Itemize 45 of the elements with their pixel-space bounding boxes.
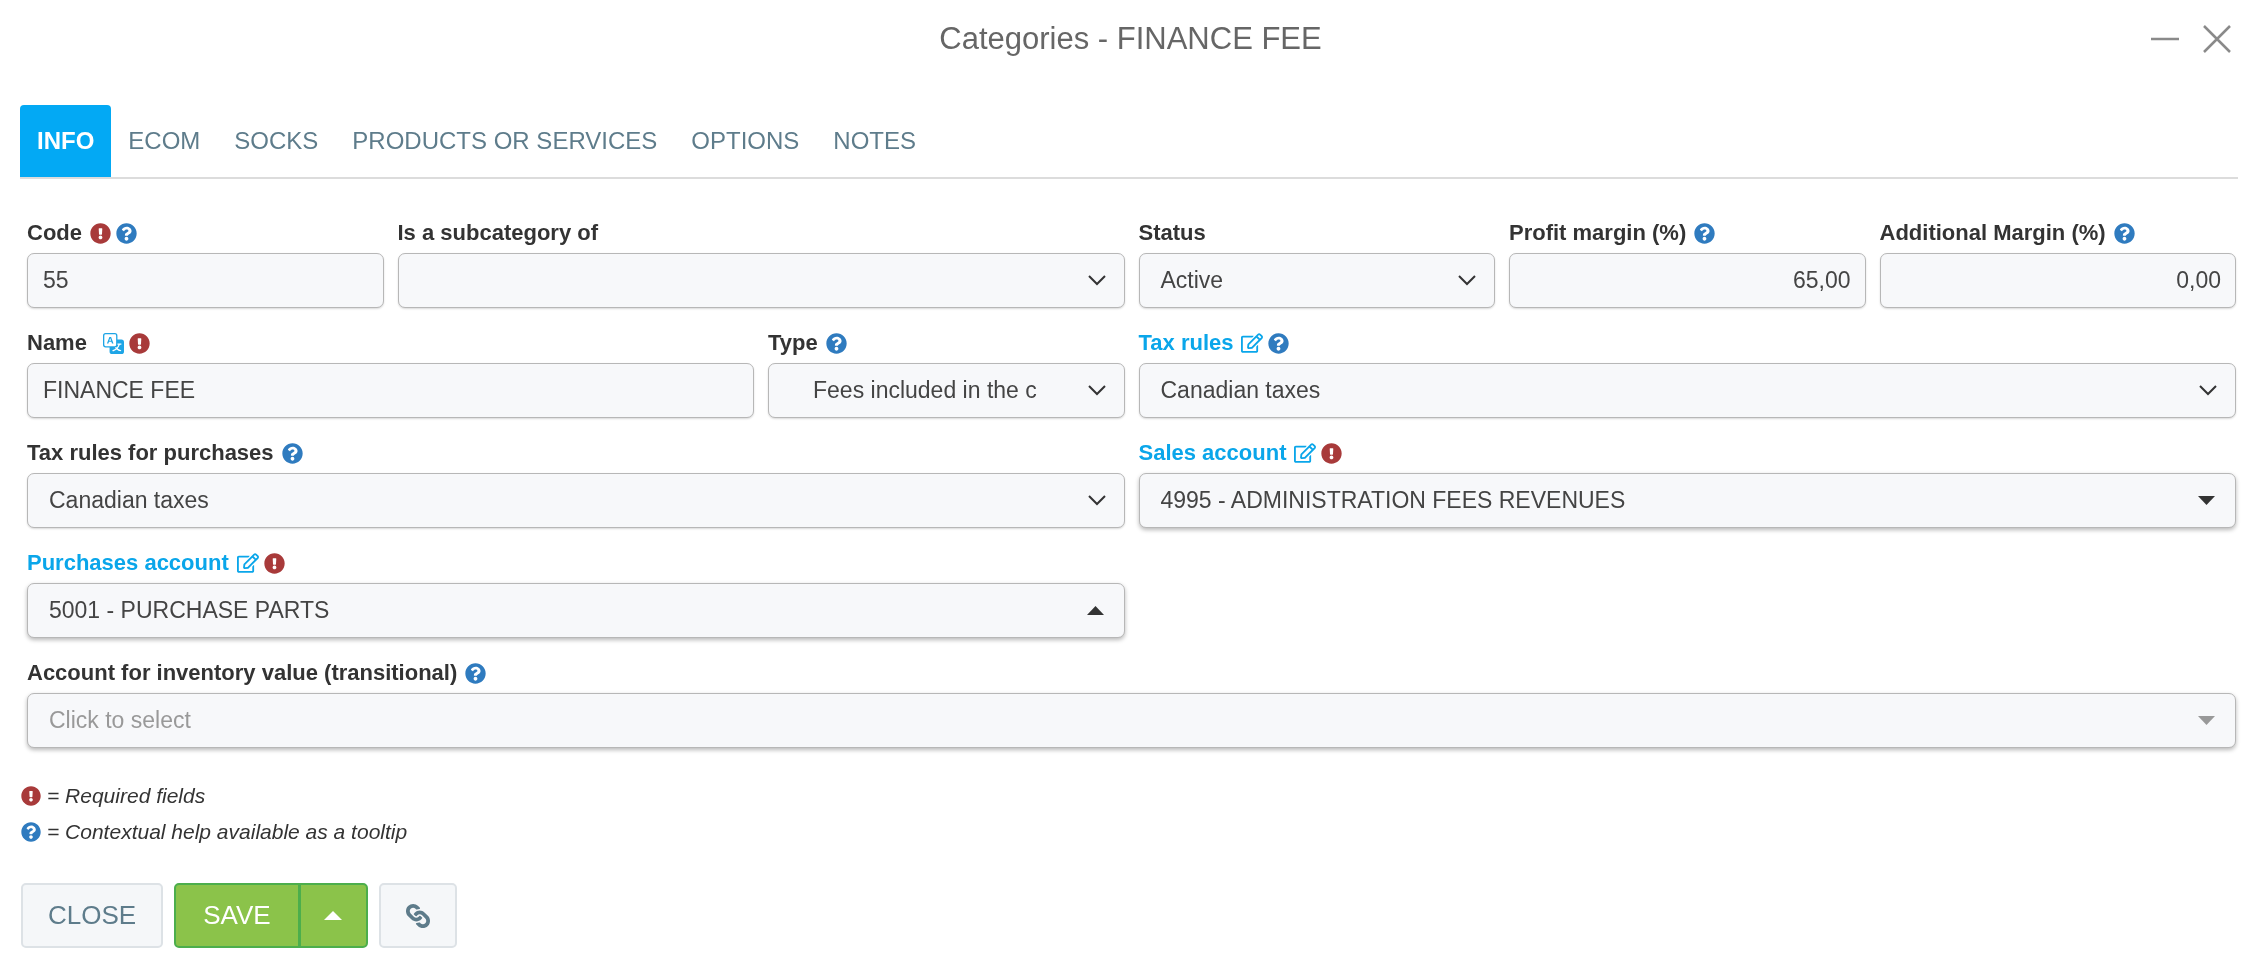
field-label: Profit margin (%) xyxy=(1509,220,1687,246)
caret-up-icon xyxy=(324,911,343,920)
field-label: Status xyxy=(1138,220,1206,246)
tab[interactable]: SOCKS xyxy=(217,105,336,177)
help-icon xyxy=(21,822,41,842)
legend-text: = Required fields xyxy=(47,784,206,808)
save-options-button[interactable] xyxy=(299,883,368,948)
combo-select[interactable]: Click to select xyxy=(27,693,2236,748)
tab[interactable]: INFO xyxy=(20,105,112,177)
dropdown-select[interactable]: Fees included in the c xyxy=(768,363,1125,418)
combo-select[interactable]: 4995 - ADMINISTRATION FEES REVENUES xyxy=(1138,473,2236,528)
number-input[interactable]: 0,00 xyxy=(1879,253,2236,308)
combo-select[interactable]: 5001 - PURCHASE PARTS xyxy=(27,583,1125,638)
field-label: Is a subcategory of xyxy=(397,220,598,246)
edit-icon[interactable] xyxy=(1294,442,1317,464)
tab[interactable]: PRODUCTS OR SERVICES xyxy=(335,105,675,177)
exclamation-icon xyxy=(21,786,41,806)
tab[interactable]: OPTIONS xyxy=(674,105,817,177)
number-input[interactable]: 65,00 xyxy=(1509,253,1866,308)
field-label: Tax rules for purchases xyxy=(27,440,274,466)
edit-icon[interactable] xyxy=(1241,332,1264,354)
tab[interactable]: NOTES xyxy=(816,105,933,177)
dropdown-select[interactable] xyxy=(397,253,1125,308)
field-label: Type xyxy=(768,330,818,356)
tab[interactable]: ECOM xyxy=(111,105,218,177)
edit-icon[interactable] xyxy=(236,552,259,574)
field-link[interactable]: Purchases account xyxy=(27,550,229,576)
field-label: Code xyxy=(27,220,82,246)
field-label: Additional Margin (%) xyxy=(1879,220,2106,246)
link-icon xyxy=(405,903,430,928)
field-label: Account for inventory value (transitional) xyxy=(27,660,458,686)
field-link[interactable]: Tax rules xyxy=(1138,330,1234,356)
dropdown-select[interactable]: Canadian taxes xyxy=(1138,363,2236,418)
dropdown-select[interactable]: Active xyxy=(1138,253,1495,308)
text-input[interactable]: 55 xyxy=(27,253,384,308)
link-button[interactable] xyxy=(378,883,457,948)
window-title: Categories - FINANCE FEE xyxy=(939,21,1322,57)
field-label: Name xyxy=(27,330,87,356)
text-input[interactable]: FINANCE FEE xyxy=(27,363,754,418)
legend-text: = Contextual help available as a tooltip xyxy=(47,820,408,844)
translate-icon[interactable] xyxy=(102,332,124,354)
dropdown-select[interactable]: Canadian taxes xyxy=(27,473,1125,528)
field-link[interactable]: Sales account xyxy=(1138,440,1287,466)
close-button[interactable]: CLOSE xyxy=(21,883,164,948)
close-icon[interactable] xyxy=(2203,25,2231,53)
